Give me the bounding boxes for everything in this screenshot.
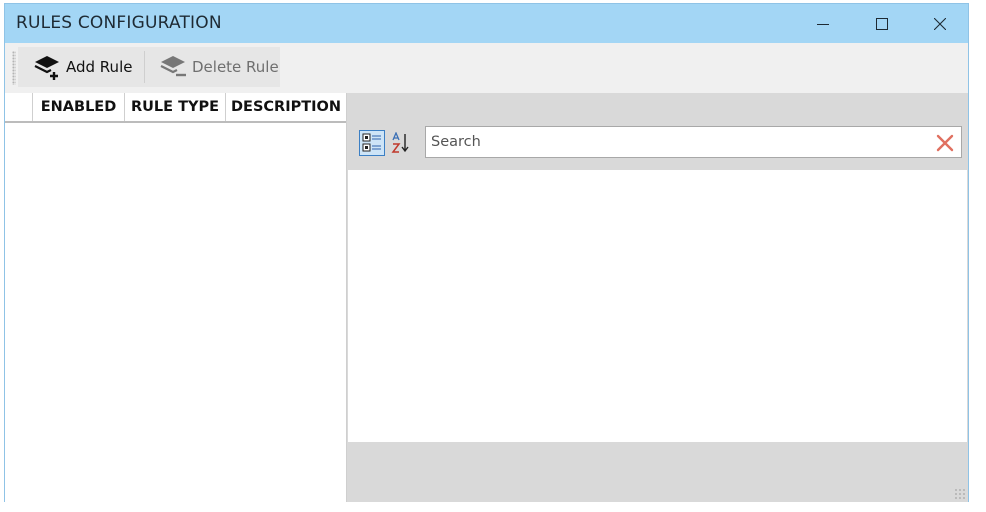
close-icon (934, 17, 946, 30)
column-description[interactable]: DESCRIPTION (226, 93, 346, 121)
add-rule-icon (34, 56, 59, 80)
delete-rule-label: Delete Rule (192, 58, 279, 76)
maximize-button[interactable] (859, 4, 905, 43)
column-enabled[interactable]: ENABLED (33, 93, 125, 121)
minimize-icon (817, 23, 829, 25)
minimize-button[interactable] (800, 4, 846, 43)
rules-grid[interactable]: ENABLED RULE TYPE DESCRIPTION (5, 93, 347, 502)
delete-rule-button[interactable]: Delete Rule (160, 47, 279, 87)
toolbar-button-group: Add Rule Delete Rule (18, 47, 280, 87)
alphabetical-sort-button[interactable] (388, 130, 414, 156)
window-title: RULES CONFIGURATION (16, 13, 222, 33)
toolbar-grip[interactable] (12, 51, 16, 85)
categorized-button[interactable] (359, 130, 385, 156)
search-box[interactable] (425, 126, 962, 158)
clear-search-button[interactable] (935, 133, 955, 153)
toolbar-separator (144, 51, 145, 83)
title-bar: RULES CONFIGURATION (5, 4, 968, 43)
rules-configuration-window: RULES CONFIGURATION Add Rule Delete Rule… (4, 3, 969, 502)
alphabetical-sort-icon (391, 132, 409, 153)
row-header-column[interactable] (5, 93, 33, 121)
search-input[interactable] (426, 127, 931, 157)
column-rule-type[interactable]: RULE TYPE (125, 93, 226, 121)
categorized-icon (362, 133, 381, 152)
add-rule-label: Add Rule (66, 58, 133, 76)
toolbar: Add Rule Delete Rule (5, 43, 968, 93)
grid-header: ENABLED RULE TYPE DESCRIPTION (5, 93, 346, 123)
clear-search-icon (936, 134, 954, 152)
add-rule-button[interactable]: Add Rule (34, 47, 132, 87)
resize-grip[interactable] (954, 488, 966, 500)
close-button[interactable] (917, 4, 963, 43)
property-list[interactable] (348, 170, 967, 442)
delete-rule-icon (160, 56, 186, 77)
property-grid (347, 93, 968, 502)
maximize-icon (876, 17, 888, 30)
